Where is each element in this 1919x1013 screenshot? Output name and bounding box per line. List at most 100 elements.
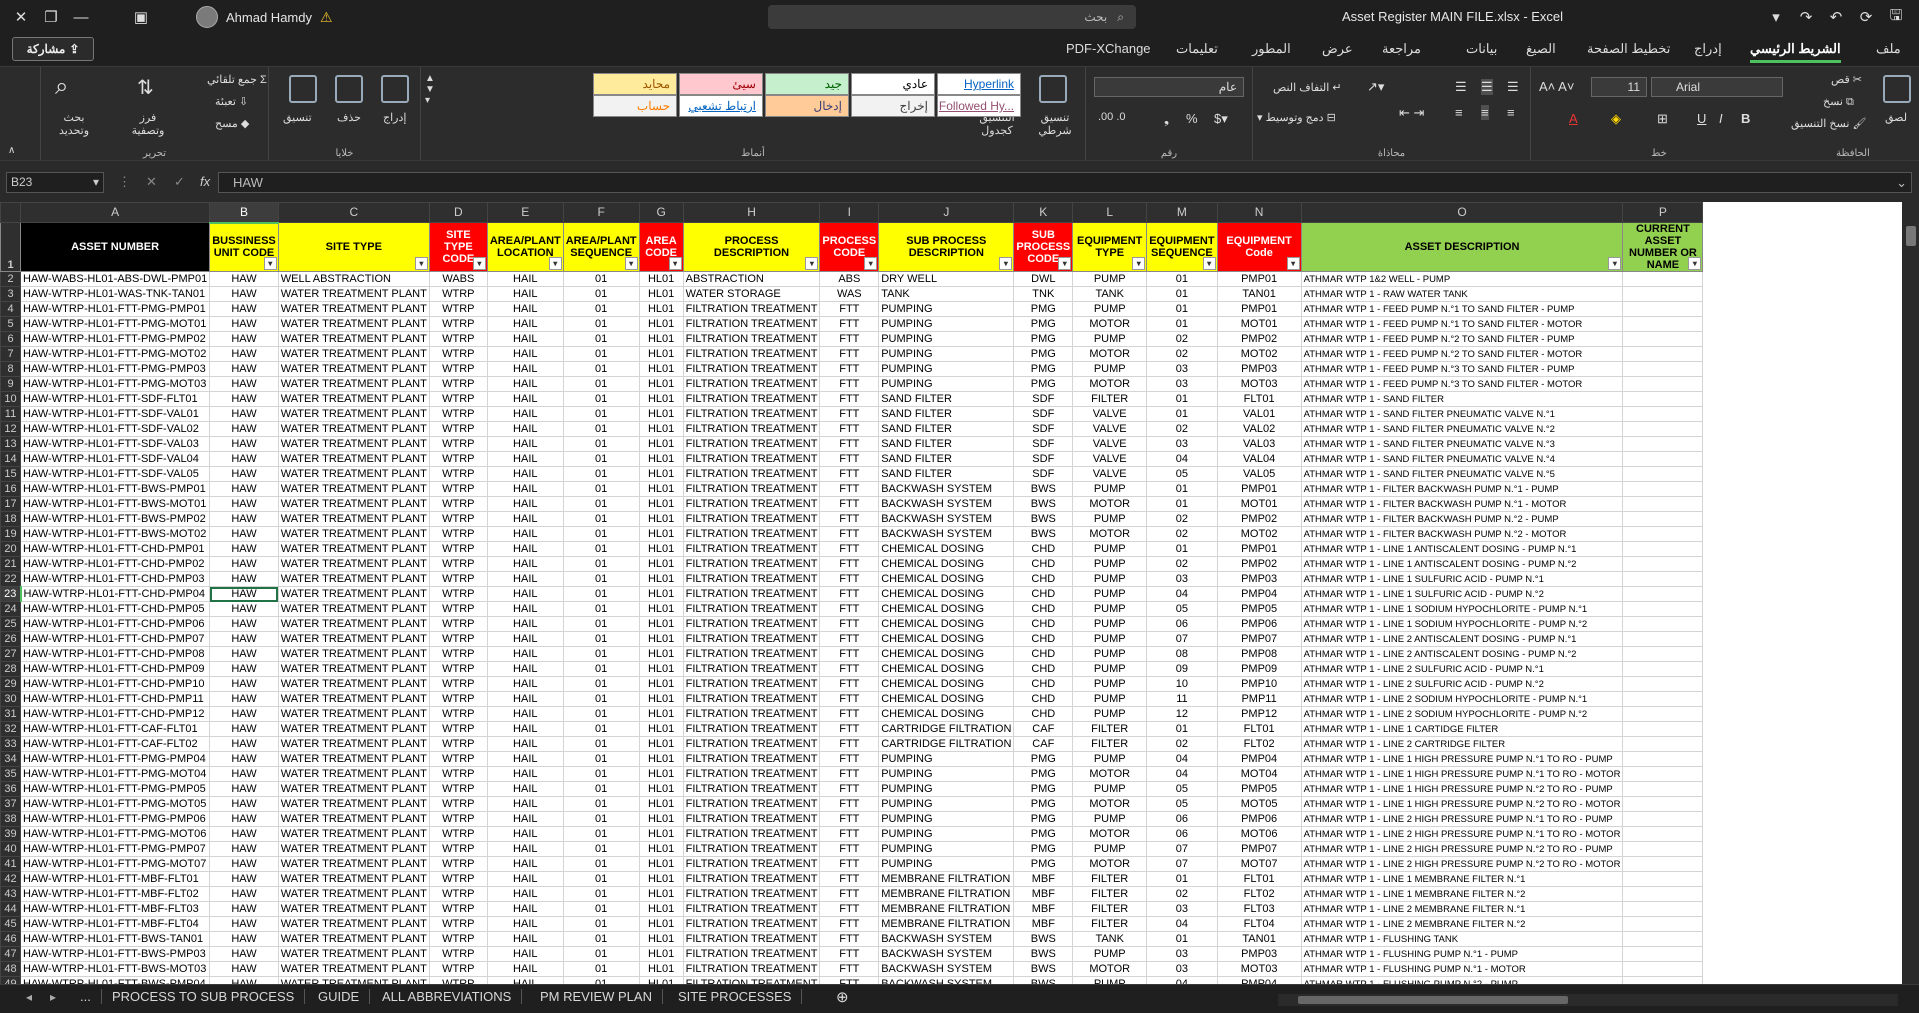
cell-p[interactable]	[1622, 421, 1704, 437]
cell-h[interactable]: FILTRATION TREATMENT	[682, 751, 821, 767]
cell-i[interactable]: FTT	[819, 601, 880, 617]
cell-p[interactable]	[1622, 556, 1704, 572]
cell-o[interactable]: ATHMAR WTP 1 - LINE 2 CARTRIDGE FILTER	[1300, 736, 1624, 752]
cell-e[interactable]: HAIL	[486, 811, 564, 827]
filter-dropdown-icon[interactable]: ▾	[263, 257, 277, 270]
cell-i[interactable]: FTT	[819, 391, 880, 407]
ribbon-display-icon[interactable]: ▣	[126, 0, 156, 34]
cell-c[interactable]: WATER TREATMENT PLANT	[277, 781, 430, 797]
qat-dropdown-icon[interactable]: ▾	[1761, 0, 1791, 34]
cell-e[interactable]: HAIL	[486, 271, 564, 287]
cell-style-0[interactable]: عادي	[851, 73, 935, 95]
cell-b[interactable]: HAW	[209, 571, 279, 587]
cell-k[interactable]: MBF	[1013, 916, 1074, 932]
bold-icon[interactable]: B	[1741, 111, 1750, 126]
cell-g[interactable]: HL01	[638, 736, 684, 752]
cell-p[interactable]	[1622, 331, 1704, 347]
cell-p[interactable]	[1622, 886, 1704, 902]
cell-o[interactable]: ATHMAR WTP 1 - LINE 2 MEMBRANE FILTER N.…	[1300, 916, 1624, 932]
cell-l[interactable]: PUMP	[1072, 616, 1148, 632]
cell-f[interactable]: 01	[562, 916, 640, 932]
cancel-icon[interactable]: ✕	[146, 174, 157, 190]
header-cell-f[interactable]: AREA/PLANT SEQUENCE ▾	[562, 222, 640, 272]
cell-b[interactable]: HAW	[209, 436, 279, 452]
cell-j[interactable]: CHEMICAL DOSING	[878, 571, 1015, 587]
insert-cells-icon[interactable]	[381, 75, 409, 103]
cell-e[interactable]: HAIL	[486, 436, 564, 452]
cell-f[interactable]: 01	[562, 376, 640, 392]
cell-a[interactable]: HAW-WTRP-HL01-FTT-CHD-PMP12	[19, 706, 211, 722]
cell-o[interactable]: ATHMAR WTP 1 - LINE 1 HIGH PRESSURE PUMP…	[1300, 781, 1624, 797]
cell-o[interactable]: ATHMAR WTP 1 - LINE 2 SODIUM HYPOCHLORIT…	[1300, 691, 1624, 707]
cell-a[interactable]: HAW-WTRP-HL01-FTT-BWS-TAN01	[19, 931, 211, 947]
row-header[interactable]: 46	[0, 931, 21, 947]
cell-a[interactable]: HAW-WTRP-HL01-WAS-TNK-TAN01	[19, 286, 211, 302]
filter-dropdown-icon[interactable]: ▾	[624, 257, 638, 270]
cell-e[interactable]: HAIL	[486, 961, 564, 977]
cell-c[interactable]: WATER TREATMENT PLANT	[277, 631, 430, 647]
cell-b[interactable]: HAW	[209, 766, 279, 782]
cell-c[interactable]: WATER TREATMENT PLANT	[277, 391, 430, 407]
cell-m[interactable]: 03	[1146, 901, 1218, 917]
cell-a[interactable]: HAW-WTRP-HL01-FTT-CHD-PMP11	[19, 691, 211, 707]
cell-m[interactable]: 01	[1146, 286, 1218, 302]
cell-o[interactable]: ATHMAR WTP 1 - FLUSHING PUMP N.°2 - PUMP	[1300, 976, 1624, 984]
cell-a[interactable]: HAW-WTRP-HL01-FTT-BWS-PMP02	[19, 511, 211, 527]
cell-k[interactable]: BWS	[1013, 496, 1074, 512]
cell-g[interactable]: HL01	[638, 931, 684, 947]
cell-style-7[interactable]: ارتباط تشعبي	[679, 95, 763, 117]
cell-k[interactable]: BWS	[1013, 976, 1074, 984]
cell-i[interactable]: WAS	[819, 286, 880, 302]
expand-formula-icon[interactable]: ⌄	[1896, 173, 1907, 192]
cell-style-5[interactable]: إخراج	[851, 95, 935, 117]
cell-g[interactable]: HL01	[638, 751, 684, 767]
cell-h[interactable]: FILTRATION TREATMENT	[682, 466, 821, 482]
cell-b[interactable]: HAW	[209, 466, 279, 482]
cell-e[interactable]: HAIL	[486, 946, 564, 962]
cell-b[interactable]: HAW	[209, 286, 279, 302]
cell-e[interactable]: HAIL	[486, 481, 564, 497]
cell-a[interactable]: HAW-WTRP-HL01-FTT-CHD-PMP06	[19, 616, 211, 632]
cell-k[interactable]: SDF	[1013, 391, 1074, 407]
cell-p[interactable]	[1622, 631, 1704, 647]
header-cell-p[interactable]: CURRENT ASSET NUMBER OR NAME ▾	[1622, 222, 1704, 272]
filter-dropdown-icon[interactable]: ▾	[1688, 257, 1702, 270]
cell-b[interactable]: HAW	[209, 961, 279, 977]
cell-n[interactable]: PMP12	[1216, 706, 1302, 722]
cell-d[interactable]: WTRP	[428, 496, 488, 512]
cell-k[interactable]: PMG	[1013, 316, 1074, 332]
cell-h[interactable]: FILTRATION TREATMENT	[682, 856, 821, 872]
cell-p[interactable]	[1622, 661, 1704, 677]
cell-a[interactable]: HAW-WTRP-HL01-FTT-PMG-PMP06	[19, 811, 211, 827]
cell-m[interactable]: 01	[1146, 301, 1218, 317]
cell-d[interactable]: WTRP	[428, 811, 488, 827]
cell-p[interactable]	[1622, 901, 1704, 917]
cell-l[interactable]: MOTOR	[1072, 346, 1148, 362]
cell-i[interactable]: FTT	[819, 961, 880, 977]
cell-e[interactable]: HAIL	[486, 751, 564, 767]
cell-p[interactable]	[1622, 301, 1704, 317]
borders-icon[interactable]: ⊞	[1657, 111, 1668, 127]
cell-j[interactable]: CHEMICAL DOSING	[878, 586, 1015, 602]
cell-b[interactable]: HAW	[209, 376, 279, 392]
clear-button[interactable]: مسح ◆	[215, 117, 249, 130]
cell-i[interactable]: FTT	[819, 436, 880, 452]
cell-j[interactable]: CHEMICAL DOSING	[878, 556, 1015, 572]
cell-j[interactable]: CARTRIDGE FILTRATION	[878, 721, 1015, 737]
cell-f[interactable]: 01	[562, 931, 640, 947]
cell-b[interactable]: HAW	[209, 586, 279, 602]
cell-g[interactable]: HL01	[638, 781, 684, 797]
cell-j[interactable]: MEMBRANE FILTRATION	[878, 871, 1015, 887]
row-header[interactable]: 42	[0, 871, 21, 887]
filter-dropdown-icon[interactable]: ▾	[805, 257, 819, 270]
cell-b[interactable]: HAW	[209, 811, 279, 827]
cell-a[interactable]: HAW-WTRP-HL01-FTT-SDF-VAL03	[19, 436, 211, 452]
cell-k[interactable]: PMG	[1013, 856, 1074, 872]
cell-i[interactable]: FTT	[819, 976, 880, 984]
cell-n[interactable]: PMP04	[1216, 751, 1302, 767]
cell-n[interactable]: PMP02	[1216, 511, 1302, 527]
cell-c[interactable]: WATER TREATMENT PLANT	[277, 856, 430, 872]
cell-h[interactable]: FILTRATION TREATMENT	[682, 901, 821, 917]
cell-g[interactable]: HL01	[638, 841, 684, 857]
row-header[interactable]: 9	[0, 376, 21, 392]
